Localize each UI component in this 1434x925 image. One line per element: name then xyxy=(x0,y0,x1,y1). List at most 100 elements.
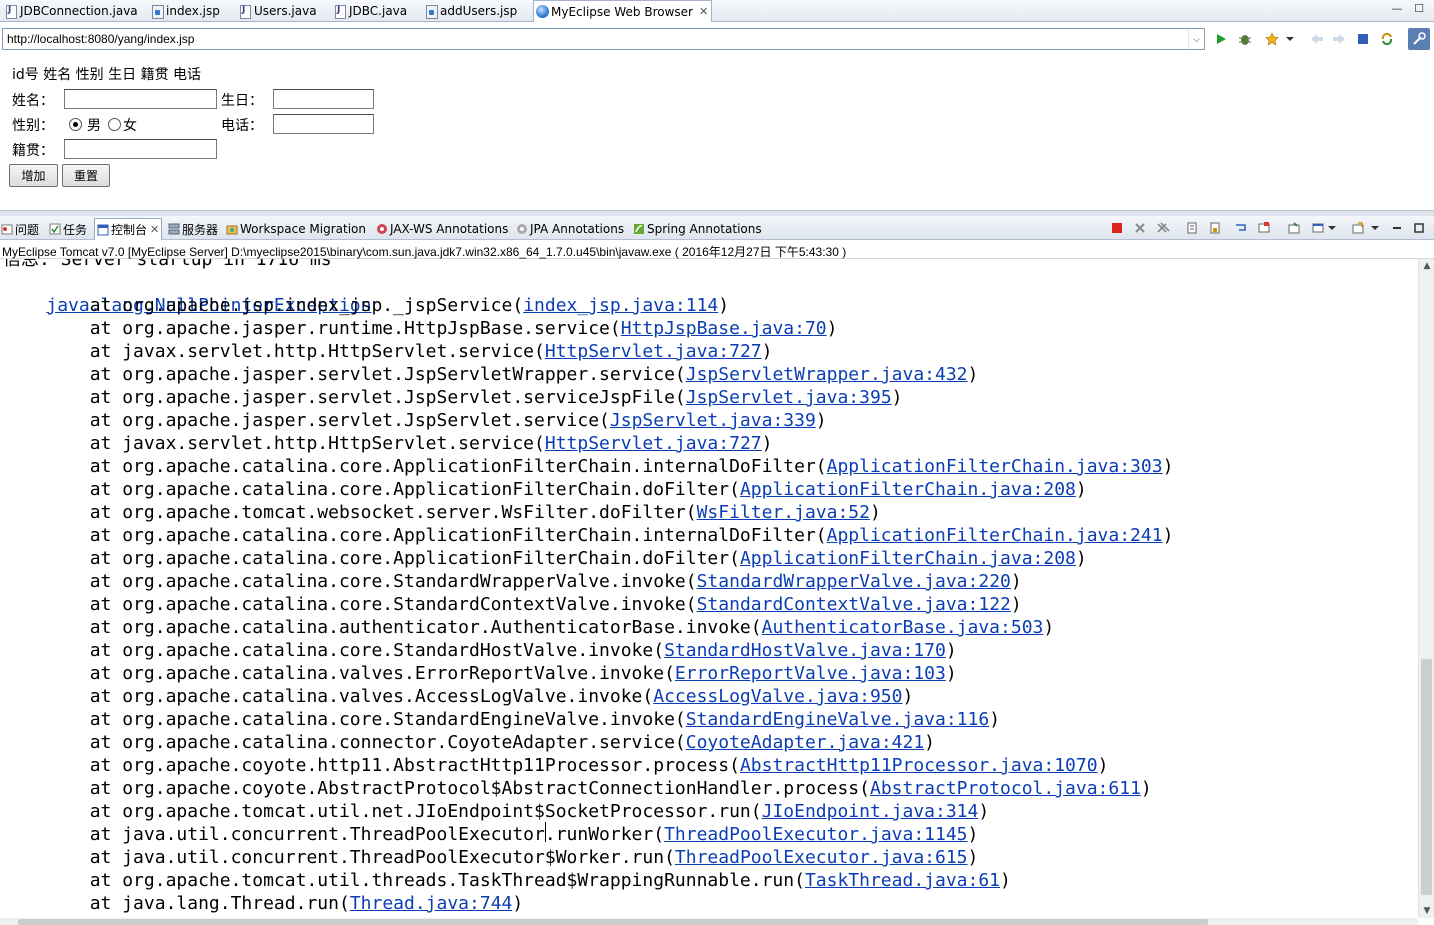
reset-button[interactable]: 重置 xyxy=(62,164,110,187)
stack-frame-method: org.apache.catalina.valves.ErrorReportVa… xyxy=(122,663,665,684)
chevron-down-icon[interactable] xyxy=(1284,30,1296,48)
chevron-down-icon[interactable] xyxy=(1370,221,1380,235)
scroll-lock-icon[interactable] xyxy=(1207,221,1223,235)
forward-arrow-icon[interactable] xyxy=(1330,30,1348,48)
word-wrap-icon[interactable] xyxy=(1233,221,1249,235)
source-link[interactable]: ApplicationFilterChain.java:208 xyxy=(740,479,1076,500)
editor-tab-jdbc-java[interactable]: JDBC.java xyxy=(331,1,410,21)
stack-frame-prefix: at xyxy=(3,525,123,546)
minimize-button[interactable]: — xyxy=(1390,2,1404,15)
phone-input[interactable] xyxy=(273,114,374,134)
exception-link[interactable]: java.lang.NullPointerException xyxy=(3,271,371,316)
chevron-down-icon[interactable]: ⌵ xyxy=(1188,29,1204,49)
minimize-view-icon[interactable] xyxy=(1389,221,1405,235)
stack-frame-method: org.apache.catalina.connector.CoyoteAdap… xyxy=(122,732,675,753)
source-link[interactable]: ApplicationFilterChain.java:303 xyxy=(827,456,1163,477)
open-console-icon[interactable] xyxy=(1350,221,1366,235)
paren-open: ( xyxy=(685,571,697,592)
source-link[interactable]: ThreadPoolExecutor.java:615 xyxy=(675,847,968,868)
console-vertical-scrollbar[interactable]: ▲ ▼ xyxy=(1418,259,1434,918)
source-link[interactable]: Thread.java:744 xyxy=(350,893,513,914)
tab-tasks[interactable]: 任务 xyxy=(49,219,87,239)
birthday-input[interactable] xyxy=(273,89,374,109)
editor-tab-index-jsp[interactable]: index.jsp xyxy=(148,1,223,21)
source-link[interactable]: StandardContextValve.java:122 xyxy=(697,594,1011,615)
editor-tab-addusers-jsp[interactable]: addUsers.jsp xyxy=(422,1,520,21)
source-link[interactable]: AuthenticatorBase.java:503 xyxy=(762,617,1044,638)
stack-frame-prefix: at xyxy=(3,433,123,454)
remove-all-icon[interactable] xyxy=(1155,221,1171,235)
source-link[interactable]: TaskThread.java:61 xyxy=(805,870,1000,891)
tab-jpa-annotations[interactable]: JPA Annotations xyxy=(516,219,624,239)
tab-workspace-migration[interactable]: Workspace Migration xyxy=(226,219,366,239)
stop-icon[interactable] xyxy=(1354,30,1372,48)
paren-close: ) xyxy=(512,893,524,914)
source-link[interactable]: WsFilter.java:52 xyxy=(697,502,870,523)
tab-spring-annotations[interactable]: Spring Annotations xyxy=(633,219,762,239)
source-link[interactable]: StandardHostValve.java:170 xyxy=(664,640,946,661)
source-link[interactable]: HttpServlet.java:727 xyxy=(545,433,762,454)
name-input[interactable] xyxy=(64,89,217,109)
back-arrow-icon[interactable] xyxy=(1308,30,1326,48)
stack-frame-method: org.apache.catalina.core.StandardHostVal… xyxy=(122,640,654,661)
show-console-icon[interactable] xyxy=(1256,221,1272,235)
add-button[interactable]: 增加 xyxy=(9,164,58,187)
display-console-icon[interactable] xyxy=(1310,221,1326,235)
terminate-icon[interactable] xyxy=(1109,221,1125,235)
source-link[interactable]: ThreadPoolExecutor.java:1145 xyxy=(664,824,967,845)
gender-female-radio[interactable] xyxy=(108,118,121,131)
stack-frame-method: org.apache.jasper.servlet.JspServlet.ser… xyxy=(122,387,675,408)
tab-jax-ws-annotations[interactable]: JAX-WS Annotations xyxy=(376,219,508,239)
clear-console-icon[interactable] xyxy=(1184,221,1200,235)
maximize-view-icon[interactable] xyxy=(1411,221,1427,235)
console-output[interactable]: 信息: Server startup in 1716 ms java.lang.… xyxy=(0,259,1418,918)
paren-close: ) xyxy=(891,387,903,408)
paren-close: ) xyxy=(945,663,957,684)
debug-bug-icon[interactable] xyxy=(1236,30,1254,48)
hometown-input[interactable] xyxy=(64,139,217,159)
source-link[interactable]: index_jsp.java:114 xyxy=(523,295,718,316)
source-link[interactable]: JspServlet.java:395 xyxy=(686,387,892,408)
pin-console-icon[interactable] xyxy=(1286,221,1302,235)
scroll-up-icon[interactable]: ▲ xyxy=(1419,259,1434,273)
source-link[interactable]: HttpJspBase.java:70 xyxy=(621,318,827,339)
favorite-star-icon[interactable] xyxy=(1263,30,1281,48)
tab-problems[interactable]: 问题 xyxy=(1,219,39,239)
stack-frame-prefix: at xyxy=(3,663,123,684)
url-input[interactable]: http://localhost:8080/yang/index.jsp ⌵ xyxy=(2,28,1205,50)
close-icon[interactable]: ✕ xyxy=(699,5,708,18)
editor-tab-bar: JDBConnection.java index.jsp Users.java … xyxy=(0,0,1434,22)
editor-tab-jdbconnection[interactable]: JDBConnection.java xyxy=(2,1,141,21)
editor-tab-users-java[interactable]: Users.java xyxy=(236,1,320,21)
tab-servers[interactable]: 服务器 xyxy=(168,219,218,239)
source-link[interactable]: HttpServlet.java:727 xyxy=(545,341,762,362)
paren-close: ) xyxy=(924,732,936,753)
source-link[interactable]: ApplicationFilterChain.java:208 xyxy=(740,548,1076,569)
source-link[interactable]: StandardEngineValve.java:116 xyxy=(686,709,989,730)
close-icon[interactable]: ✕ xyxy=(150,223,159,236)
scrollbar-thumb[interactable] xyxy=(18,919,1208,925)
refresh-icon[interactable] xyxy=(1378,30,1396,48)
source-link[interactable]: ErrorReportValve.java:103 xyxy=(675,663,946,684)
source-link[interactable]: StandardWrapperValve.java:220 xyxy=(697,571,1011,592)
editor-tab-web-browser[interactable]: MyEclipse Web Browser ✕ xyxy=(533,0,713,22)
console-horizontal-scrollbar[interactable] xyxy=(0,918,1418,925)
source-link[interactable]: AbstractHttp11Processor.java:1070 xyxy=(740,755,1098,776)
source-link[interactable]: AccessLogValve.java:950 xyxy=(653,686,902,707)
scrollbar-thumb[interactable] xyxy=(1421,659,1432,895)
source-link[interactable]: CoyoteAdapter.java:421 xyxy=(686,732,924,753)
maximize-button[interactable]: ☐ xyxy=(1412,2,1426,15)
source-link[interactable]: JspServletWrapper.java:432 xyxy=(686,364,968,385)
run-icon[interactable] xyxy=(1212,30,1230,48)
stack-frame-prefix: at xyxy=(3,847,123,868)
gender-male-radio[interactable] xyxy=(69,118,82,131)
scroll-down-icon[interactable]: ▼ xyxy=(1419,904,1434,918)
tab-console[interactable]: 控制台 ✕ xyxy=(94,218,163,240)
source-link[interactable]: JspServlet.java:339 xyxy=(610,410,816,431)
source-link[interactable]: AbstractProtocol.java:611 xyxy=(870,778,1141,799)
source-link[interactable]: JIoEndpoint.java:314 xyxy=(762,801,979,822)
chevron-down-icon[interactable] xyxy=(1327,221,1337,235)
browser-settings-icon[interactable] xyxy=(1408,28,1430,50)
remove-launch-icon[interactable] xyxy=(1132,221,1148,235)
source-link[interactable]: ApplicationFilterChain.java:241 xyxy=(827,525,1163,546)
